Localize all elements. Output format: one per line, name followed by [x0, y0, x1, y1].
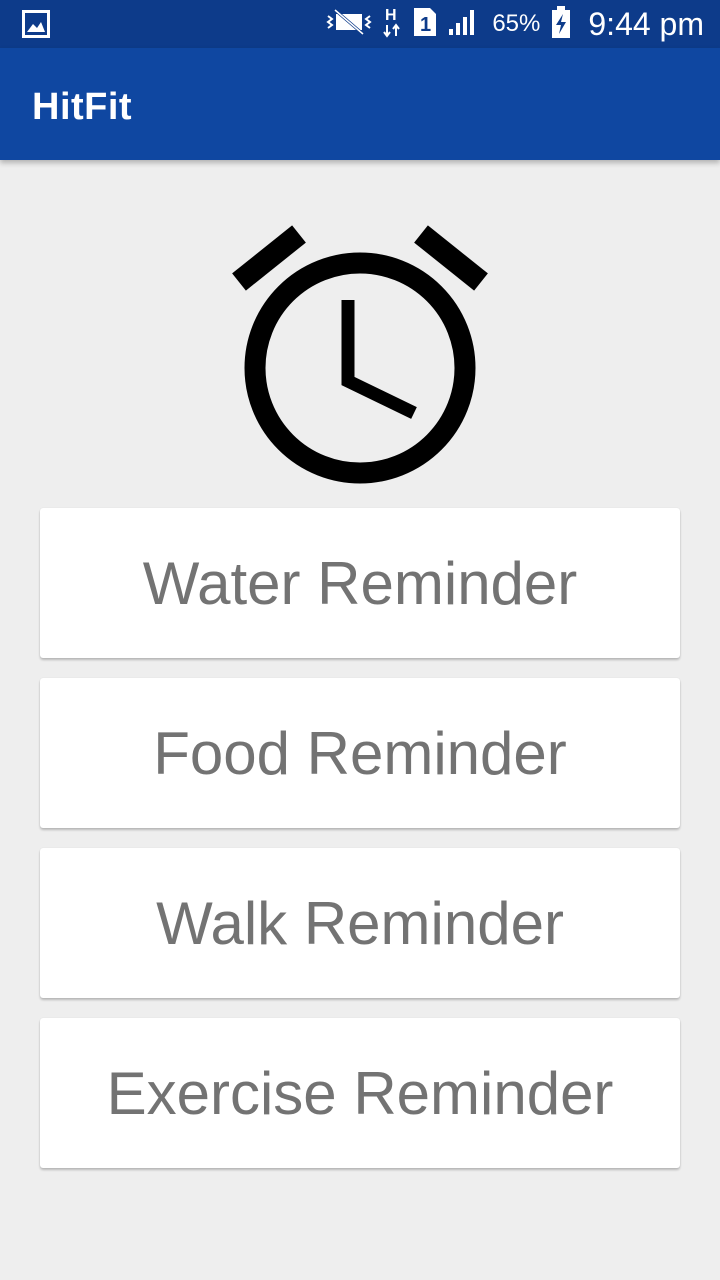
vibrate-mute-icon: [326, 8, 372, 41]
status-icons: H 1 65% 9:44 pm: [326, 0, 704, 48]
status-bar: H 1 65% 9:44 pm: [0, 0, 720, 48]
alarm-clock-icon: [226, 218, 494, 490]
svg-text:1: 1: [420, 14, 431, 36]
walk-reminder-button[interactable]: Walk Reminder: [40, 848, 680, 998]
svg-text:H: H: [385, 7, 397, 24]
sim-1-icon: 1: [412, 6, 438, 43]
battery-percent: 65%: [492, 10, 541, 37]
water-reminder-button[interactable]: Water Reminder: [40, 508, 680, 658]
app-title: HitFit: [32, 86, 133, 128]
status-clock: 9:44 pm: [588, 5, 704, 42]
exercise-reminder-button[interactable]: Exercise Reminder: [40, 1018, 680, 1168]
battery-charging-icon: [550, 5, 572, 44]
app-bar: HitFit: [0, 48, 720, 160]
gallery-notification-icon: [22, 10, 50, 38]
hspa-data-icon: H: [382, 5, 402, 44]
signal-strength-icon: [448, 7, 480, 42]
reminder-list: Water Reminder Food Reminder Walk Remind…: [40, 508, 680, 1188]
food-reminder-button[interactable]: Food Reminder: [40, 678, 680, 828]
